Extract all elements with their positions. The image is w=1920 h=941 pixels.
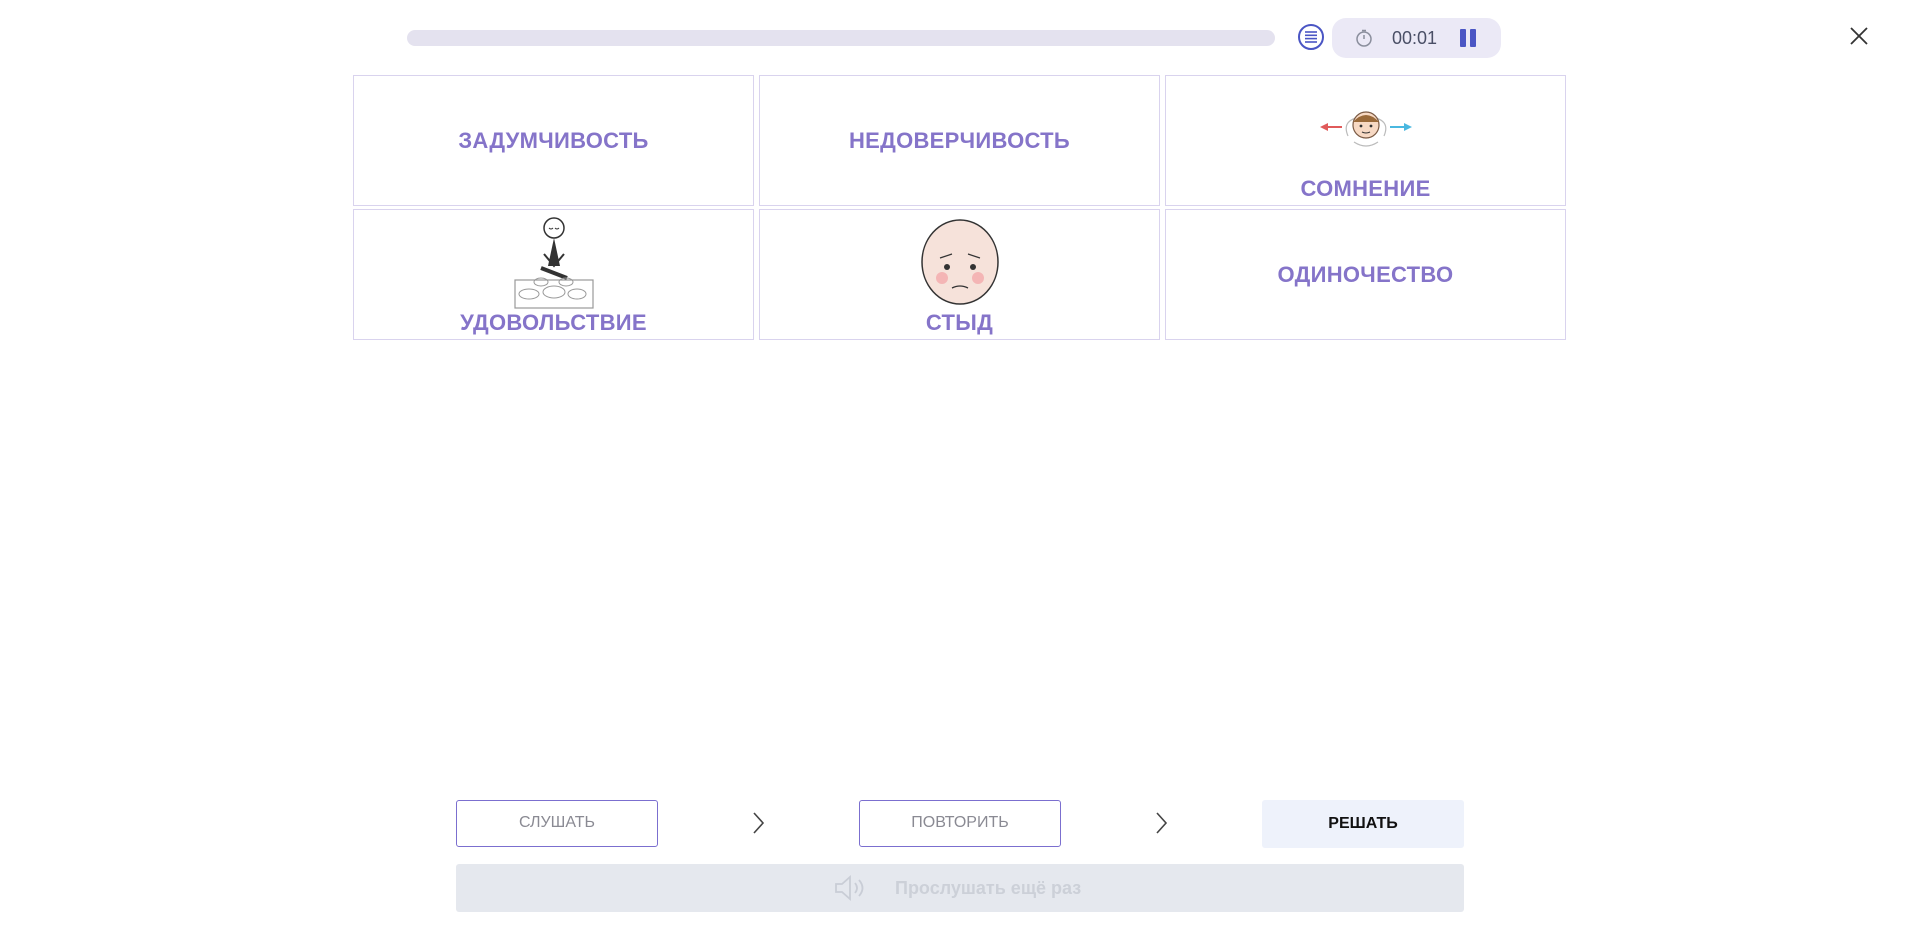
progress-bar: [407, 30, 1275, 46]
answer-card-odinochestvo[interactable]: ОДИНОЧЕСТВО: [1165, 209, 1566, 340]
list-icon: [1305, 31, 1317, 43]
answer-card-zadumchivost[interactable]: ЗАДУМЧИВОСТЬ: [353, 75, 754, 206]
chevron-right-icon: [1156, 812, 1168, 834]
card-label: НЕДОВЕРЧИВОСТЬ: [848, 128, 1071, 153]
card-label: ОДИНОЧЕСТВО: [1277, 262, 1454, 287]
stopwatch-icon: [1356, 29, 1372, 47]
answer-grid: ЗАДУМЧИВОСТЬ НЕДОВЕРЧИВОСТЬ СОМНЕНИЕ УДО…: [353, 75, 1567, 341]
card-label: ЗАДУМЧИВОСТЬ: [458, 128, 649, 153]
pause-icon: [1470, 29, 1476, 47]
listen-button[interactable]: СЛУШАТЬ: [456, 800, 658, 847]
repeat-button[interactable]: ПОВТОРИТЬ: [859, 800, 1061, 847]
shame-face-icon: [920, 219, 999, 305]
timer: 00:01: [1332, 18, 1501, 58]
timer-value: 00:01: [1392, 28, 1438, 48]
enjoyment-figure-icon: [513, 217, 594, 309]
answer-card-somnenie[interactable]: СОМНЕНИЕ: [1165, 75, 1566, 206]
pause-icon: [1460, 29, 1466, 47]
solve-button[interactable]: РЕШАТЬ: [1262, 800, 1464, 848]
answer-card-nedoverchivost[interactable]: НЕДОВЕРЧИВОСТЬ: [759, 75, 1160, 206]
answer-card-udovolstvie[interactable]: УДОВОЛЬСТВИЕ: [353, 209, 754, 340]
answer-card-styd[interactable]: СТЫД: [759, 209, 1160, 340]
doubt-figure-icon: [1319, 111, 1412, 147]
card-label: УДОВОЛЬСТВИЕ: [460, 310, 647, 335]
top-bar: 00:01: [0, 0, 1920, 75]
listen-again-label: Прослушать ещё раз: [895, 878, 1082, 898]
close-icon[interactable]: [1847, 24, 1871, 48]
card-label: СТЫД: [925, 310, 994, 335]
speaker-icon: [835, 875, 864, 901]
list-button[interactable]: [1298, 24, 1324, 50]
chevron-right-icon: [753, 812, 765, 834]
listen-again-button[interactable]: Прослушать ещё раз: [456, 864, 1464, 912]
card-label: СОМНЕНИЕ: [1300, 176, 1431, 201]
pause-button[interactable]: [1459, 29, 1477, 47]
